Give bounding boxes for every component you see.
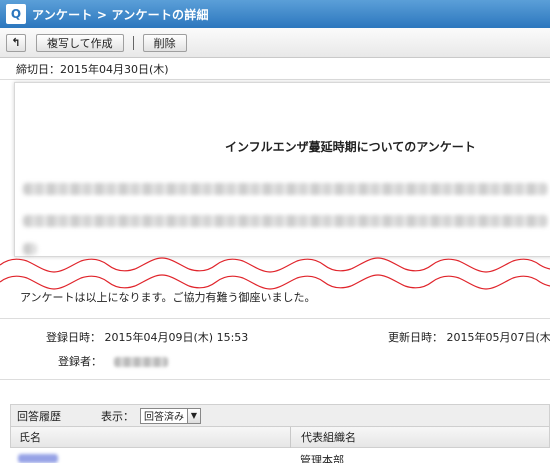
respondent-name-link-blurred[interactable] bbox=[18, 454, 58, 463]
delete-button[interactable]: 削除 bbox=[142, 33, 187, 52]
blurred-text-line bbox=[23, 215, 548, 227]
updated-label: 更新日時： bbox=[388, 331, 443, 344]
toolbar-separator bbox=[132, 35, 134, 50]
registered-value: 2015年04月09日(木) 15:53 bbox=[104, 331, 249, 344]
registrant-row: 登録者： bbox=[58, 353, 168, 369]
answer-history-header: 回答履歴 表示： 回答済み ▼ bbox=[10, 404, 550, 426]
deadline-row: 締切日：2015年04月30日(木) bbox=[0, 58, 550, 80]
display-filter-label: 表示： bbox=[101, 409, 134, 423]
table-row: 管理本部 bbox=[10, 448, 550, 463]
survey-app-icon: Q bbox=[6, 4, 26, 24]
column-name-header[interactable]: 氏名 bbox=[19, 429, 41, 445]
display-filter-select[interactable]: 回答済み ▼ bbox=[140, 407, 201, 424]
registrant-name-blurred bbox=[113, 357, 168, 367]
answer-history-title: 回答履歴 bbox=[17, 409, 61, 423]
history-table-header: 氏名 代表組織名 bbox=[10, 426, 550, 448]
survey-ending-text: アンケートは以上になります。ご協力有難う御座いました。 bbox=[20, 291, 316, 304]
registered-row: 登録日時： 2015年04月09日(木) 15:53 bbox=[46, 329, 248, 345]
back-button[interactable]: ↰ bbox=[6, 33, 26, 52]
updated-row: 更新日時： 2015年05月07日(木) bbox=[388, 329, 550, 345]
chevron-down-icon[interactable]: ▼ bbox=[187, 408, 200, 423]
page-title: アンケート > アンケートの詳細 bbox=[32, 7, 209, 22]
registrant-label: 登録者： bbox=[58, 355, 102, 368]
respondent-org: 管理本部 bbox=[300, 454, 344, 463]
survey-title: インフルエンザ蔓延時期についてのアンケート bbox=[225, 140, 476, 154]
back-arrow-icon: ↰ bbox=[11, 36, 21, 49]
registered-label: 登録日時： bbox=[46, 331, 101, 344]
meta-info: 登録日時： 2015年04月09日(木) 15:53 更新日時： 2015年05… bbox=[0, 318, 550, 380]
deadline-text: 締切日：2015年04月30日(木) bbox=[16, 62, 169, 76]
column-divider bbox=[290, 427, 291, 448]
survey-card: インフルエンザ蔓延時期についてのアンケート bbox=[14, 82, 550, 257]
toolbar: ↰ 複写して作成 削除 bbox=[0, 28, 550, 58]
updated-value: 2015年05月07日(木) bbox=[446, 331, 550, 344]
display-filter-value: 回答済み bbox=[144, 412, 184, 423]
title-bar: Q アンケート > アンケートの詳細 bbox=[0, 0, 550, 28]
copy-create-button[interactable]: 複写して作成 bbox=[36, 33, 124, 52]
blurred-text-line bbox=[23, 183, 548, 195]
column-org-header[interactable]: 代表組織名 bbox=[301, 429, 356, 445]
